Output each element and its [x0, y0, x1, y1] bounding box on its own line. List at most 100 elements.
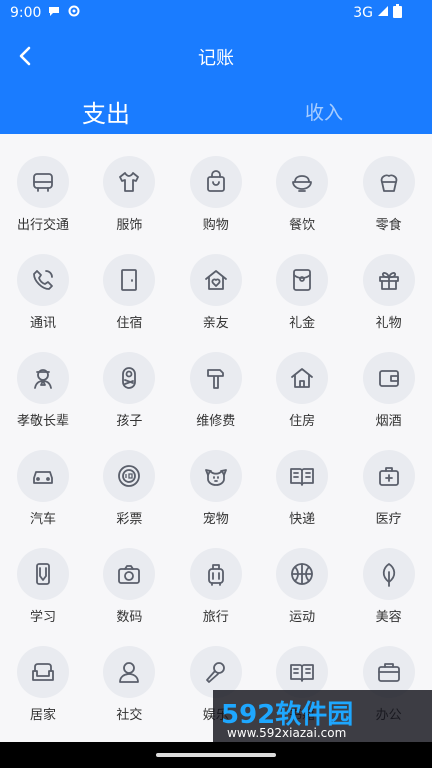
page-title: 记账: [198, 48, 234, 69]
category-icon-circle: [276, 352, 329, 404]
book-icon: [290, 468, 315, 486]
category-item[interactable]: 亲友: [173, 232, 259, 331]
shirt-icon: [119, 172, 140, 192]
hammer-icon: [206, 369, 224, 389]
category-label: 通讯: [29, 316, 56, 331]
category-icon-circle: [103, 450, 156, 502]
category-label: 亲友: [202, 316, 229, 331]
category-item[interactable]: 住房: [259, 330, 345, 429]
category-icon-circle: [362, 450, 415, 502]
category-label: 出行交通: [16, 218, 69, 233]
category-item[interactable]: 出行交通: [0, 134, 86, 233]
category-item[interactable]: 居家: [0, 624, 86, 723]
category-label: 零食: [375, 218, 402, 233]
category-item[interactable]: 孩子: [86, 330, 172, 429]
category-icon-circle: [103, 548, 156, 600]
settings-gear-icon: [67, 4, 81, 22]
status-time: 9:00: [10, 5, 42, 21]
category-item[interactable]: 医疗: [346, 428, 432, 527]
phone-icon: [33, 270, 53, 290]
briefcase-icon: [377, 663, 400, 682]
category-item[interactable]: 学习: [0, 526, 86, 625]
category-icon-circle: [189, 352, 242, 404]
category-item[interactable]: 美容: [346, 526, 432, 625]
luggage-icon: [207, 564, 224, 586]
category-item[interactable]: 运动: [259, 526, 345, 625]
system-nav-bar: [0, 742, 432, 768]
users-icon: [119, 662, 140, 683]
category-label: 维修费: [196, 414, 236, 429]
category-icon-circle: [103, 254, 156, 306]
category-item[interactable]: 旅行: [173, 526, 259, 625]
category-icon-circle: [362, 352, 415, 404]
bus-icon: [33, 173, 53, 192]
category-label: 数码: [116, 610, 143, 625]
home-heart-icon: [204, 270, 227, 290]
watermark: 592软件园 www.592xiazai.com: [213, 690, 432, 742]
status-bar: 9:00 3G: [0, 0, 432, 28]
baby-icon: [122, 367, 137, 389]
category-icon-circle: [17, 548, 69, 600]
home-gesture-handle[interactable]: [156, 753, 276, 757]
category-label: 孝敬长辈: [16, 414, 69, 429]
toolbar: 记账: [0, 34, 432, 78]
category-item[interactable]: 零食: [346, 134, 432, 233]
leaf-icon: [382, 563, 395, 587]
category-item[interactable]: 通讯: [0, 232, 86, 331]
medical-kit-icon: [378, 467, 399, 486]
door-icon: [121, 269, 138, 291]
network-type: 3G: [353, 5, 373, 21]
category-item[interactable]: 购物: [173, 134, 259, 233]
tab-income[interactable]: 收入: [305, 98, 343, 125]
wallet-icon: [378, 370, 399, 387]
category-icon-circle: [103, 352, 156, 404]
sofa-icon: [32, 663, 54, 681]
category-label: 礼物: [375, 316, 402, 331]
tab-expense[interactable]: 支出: [82, 94, 130, 129]
category-label: 居家: [29, 708, 56, 723]
category-item[interactable]: 礼金: [259, 232, 345, 331]
rice-bowl-icon: [292, 175, 313, 192]
category-icon-circle: [189, 156, 242, 208]
category-label: 美容: [375, 610, 402, 625]
battery-icon: [393, 4, 402, 22]
category-label: 彩票: [116, 512, 143, 527]
pet-icon: [204, 469, 227, 486]
category-label: 烟酒: [375, 414, 402, 429]
category-item[interactable]: 礼物: [346, 232, 432, 331]
header: 9:00 3G 记账 支出 收入: [0, 0, 432, 134]
category-item[interactable]: 服饰: [86, 134, 172, 233]
category-icon-circle: [17, 254, 69, 306]
category-item[interactable]: 社交: [86, 624, 172, 723]
category-item[interactable]: 汽车: [0, 428, 86, 527]
category-item[interactable]: 烟酒: [346, 330, 432, 429]
category-label: 购物: [202, 218, 229, 233]
category-icon-circle: [17, 352, 69, 404]
category-label: 快递: [289, 512, 316, 527]
category-icon-circle: [189, 548, 242, 600]
category-label: 运动: [289, 610, 316, 625]
category-icon-circle: [17, 156, 69, 208]
category-label: 服饰: [116, 218, 143, 233]
category-label: 礼金: [289, 316, 316, 331]
category-item[interactable]: 孝敬长辈: [0, 330, 86, 429]
category-item[interactable]: 宠物: [173, 428, 259, 527]
gift-icon: [378, 272, 399, 290]
signal-icon: [377, 5, 389, 21]
category-item[interactable]: 维修费: [173, 330, 259, 429]
category-icon-circle: [362, 156, 415, 208]
category-label: 旅行: [202, 610, 229, 625]
cupcake-icon: [380, 174, 397, 192]
category-item[interactable]: 彩票: [86, 428, 172, 527]
camera-icon: [118, 565, 141, 584]
category-item[interactable]: 快递: [259, 428, 345, 527]
category-label: 住宿: [116, 316, 143, 331]
category-item[interactable]: 数码: [86, 526, 172, 625]
category-icon-circle: [276, 254, 329, 306]
category-label: 孩子: [116, 414, 143, 429]
elder-icon: [34, 369, 52, 389]
category-item[interactable]: 餐饮: [259, 134, 345, 233]
category-item[interactable]: 住宿: [86, 232, 172, 331]
category-icon-circle: [103, 646, 156, 698]
category-icon-circle: [362, 548, 415, 600]
